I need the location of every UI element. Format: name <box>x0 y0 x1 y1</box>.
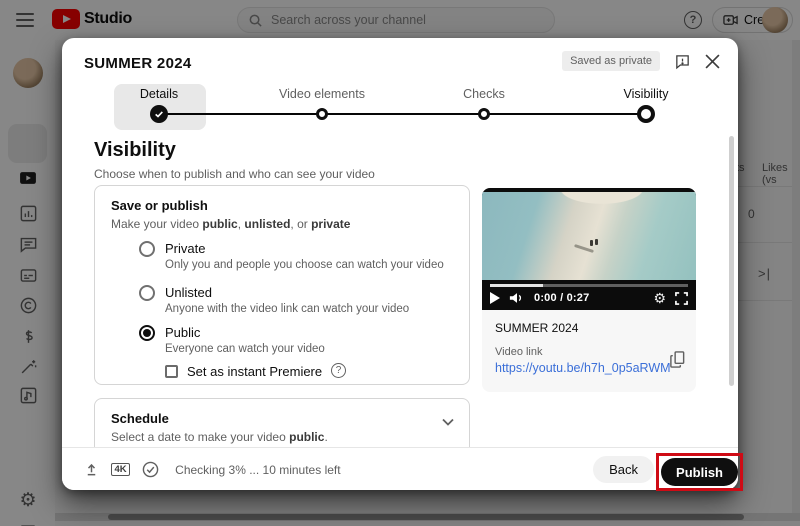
checks-status-icon <box>142 461 159 478</box>
dialog-footer: 4K Checking 3% ... 10 minutes left Back … <box>62 447 738 490</box>
step-checks[interactable]: Checks <box>414 87 554 101</box>
video-title: SUMMER 2024 <box>84 55 192 72</box>
radio-private-label[interactable]: Private <box>165 241 205 256</box>
person-figure <box>590 240 593 246</box>
close-icon[interactable] <box>705 54 720 69</box>
premiere-checkbox[interactable] <box>165 365 178 378</box>
saved-status-badge: Saved as private <box>562 51 660 71</box>
player-buffered <box>490 284 543 287</box>
radio-unlisted-label[interactable]: Unlisted <box>165 285 212 300</box>
step-video-elements[interactable]: Video elements <box>252 87 392 101</box>
feedback-icon[interactable] <box>674 53 691 70</box>
quality-4k-badge: 4K <box>111 463 130 477</box>
save-or-publish-card: Save or publish Make your video public, … <box>94 185 470 385</box>
save-or-publish-subtitle: Make your video public, unlisted, or pri… <box>111 217 350 231</box>
radio-unlisted[interactable] <box>139 285 155 301</box>
player-time: 0:00 / 0:27 <box>534 292 589 304</box>
step-visibility[interactable]: Visibility <box>576 87 716 101</box>
publish-annotation-box: Publish <box>656 453 743 491</box>
player-settings-icon[interactable]: ⚙ <box>653 291 666 305</box>
page-title: Visibility <box>94 139 176 162</box>
radio-public-desc: Everyone can watch your video <box>165 343 325 355</box>
dialog-scrollbar[interactable] <box>729 136 734 386</box>
step-video-elements-dot[interactable] <box>316 108 328 120</box>
upload-status-icon <box>84 462 99 477</box>
video-filename: SUMMER 2024 <box>495 321 578 335</box>
copy-link-icon[interactable] <box>669 350 686 369</box>
schedule-desc: Select a date to make your video public. <box>111 430 328 444</box>
person-figure <box>595 239 598 245</box>
publish-button[interactable]: Publish <box>661 458 738 486</box>
radio-private[interactable] <box>139 241 155 257</box>
video-link[interactable]: https://youtu.be/h7h_0p5aRWM <box>495 361 671 375</box>
step-details[interactable]: Details <box>89 87 229 101</box>
premiere-help-icon[interactable]: ? <box>331 363 346 378</box>
schedule-title: Schedule <box>111 411 169 426</box>
step-visibility-dot[interactable] <box>637 105 655 123</box>
premiere-label[interactable]: Set as instant Premiere <box>187 364 322 379</box>
stepper-line <box>159 113 646 115</box>
radio-unlisted-desc: Anyone with the video link can watch you… <box>165 303 409 315</box>
radio-public-label[interactable]: Public <box>165 325 200 340</box>
radio-public[interactable] <box>139 325 155 341</box>
screen: Studio Search across your channel ? Crea… <box>0 0 800 526</box>
video-thumbnail <box>482 192 696 280</box>
player-progress-bar[interactable] <box>490 284 688 287</box>
step-checks-dot[interactable] <box>478 108 490 120</box>
video-info-panel: SUMMER 2024 Video link https://youtu.be/… <box>482 310 696 392</box>
save-or-publish-title: Save or publish <box>111 198 208 213</box>
page-subtitle: Choose when to publish and who can see y… <box>94 167 375 181</box>
upload-dialog: SUMMER 2024 Saved as private Details Vid… <box>62 38 738 490</box>
play-icon[interactable] <box>490 292 500 304</box>
radio-private-desc: Only you and people you choose can watch… <box>165 259 444 271</box>
video-link-label: Video link <box>495 346 543 358</box>
processing-status-text: Checking 3% ... 10 minutes left <box>175 463 340 477</box>
fullscreen-icon[interactable] <box>675 292 688 305</box>
back-button[interactable]: Back <box>593 456 654 483</box>
chevron-down-icon[interactable] <box>441 417 455 427</box>
step-details-check-icon[interactable] <box>150 105 168 123</box>
volume-icon[interactable] <box>509 291 525 305</box>
video-player[interactable]: 0:00 / 0:27 ⚙ <box>482 188 696 310</box>
